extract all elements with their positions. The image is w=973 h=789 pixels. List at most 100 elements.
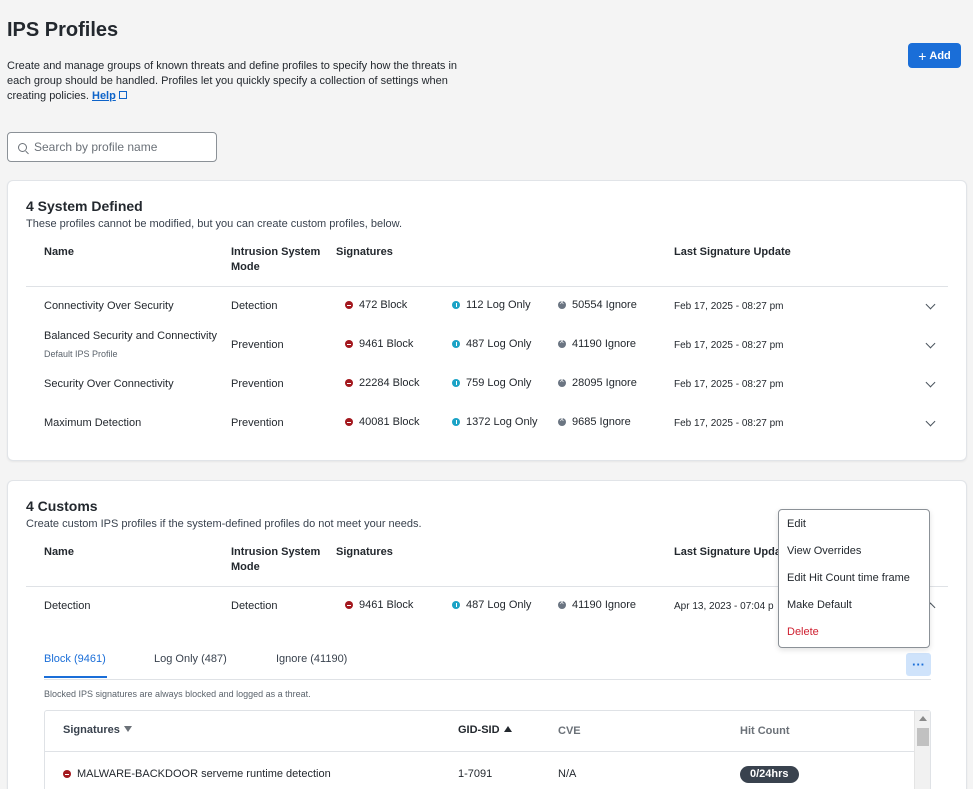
tab-block[interactable]: Block (9461) [44, 653, 106, 665]
tab-log-only[interactable]: Log Only (487) [154, 653, 227, 665]
column-mode: Intrusion System Mode [231, 545, 320, 575]
menu-item-edit-hit-count[interactable]: Edit Hit Count time frame [787, 572, 910, 584]
column-signatures: Signatures [336, 546, 393, 558]
add-button[interactable]: + Add [908, 43, 961, 68]
profile-name: Security Over Connectivity [44, 378, 174, 390]
block-icon [345, 601, 353, 609]
menu-item-view-overrides[interactable]: View Overrides [787, 545, 861, 557]
profile-mode: Prevention [231, 378, 284, 390]
block-count: 9461 Block [345, 338, 413, 350]
signatures-table: Signatures GID-SID CVE Hit Count MALWARE… [44, 710, 931, 789]
header-divider [26, 286, 948, 287]
tabs-divider [44, 679, 931, 680]
last-update: Feb 17, 2025 - 08:27 pm [674, 340, 784, 351]
column-name: Name [44, 246, 74, 258]
menu-item-delete[interactable]: Delete [787, 626, 819, 638]
system-defined-subtitle: These profiles cannot be modified, but y… [26, 218, 403, 230]
profile-mode: Prevention [231, 417, 284, 429]
last-update: Feb 17, 2025 - 08:27 pm [674, 418, 784, 429]
chevron-down-icon[interactable] [925, 338, 936, 349]
block-icon [345, 418, 353, 426]
column-mode: Intrusion System Mode [231, 245, 320, 275]
ignore-count: 41190 Ignore [558, 337, 636, 350]
system-defined-title: 4 System Defined [26, 198, 143, 214]
column-name: Name [44, 546, 74, 558]
ignore-count: 28095 Ignore [558, 376, 637, 389]
ignore-icon [558, 298, 566, 309]
block-icon [345, 340, 353, 348]
scroll-thumb[interactable] [917, 728, 929, 746]
ignore-count: 41190 Ignore [558, 598, 636, 611]
hit-count-badge: 0/24hrs [740, 766, 799, 783]
column-mode-line1: Intrusion System [231, 546, 321, 558]
customs-subtitle: Create custom IPS profiles if the system… [26, 518, 422, 530]
menu-item-edit[interactable]: Edit [787, 518, 806, 530]
scrollbar[interactable] [914, 711, 930, 789]
column-signatures: Signatures [336, 246, 393, 258]
search-icon [18, 142, 27, 152]
search-box[interactable] [7, 132, 217, 162]
last-update: Feb 17, 2025 - 08:27 pm [674, 379, 784, 390]
system-defined-card: 4 System Defined These profiles cannot b… [7, 180, 967, 461]
block-icon [345, 379, 353, 387]
active-tab-indicator [44, 676, 107, 678]
signature-name: MALWARE-BACKDOOR serveme runtime detecti… [63, 768, 331, 780]
chevron-down-icon[interactable] [925, 416, 936, 427]
sig-column-cve[interactable]: CVE [558, 725, 581, 737]
ignore-icon [558, 598, 566, 609]
description-text: Create and manage groups of known threat… [7, 60, 458, 102]
sig-header-divider [45, 751, 914, 752]
page-description: Create and manage groups of known threat… [7, 59, 467, 104]
info-icon [452, 379, 460, 387]
menu-item-make-default[interactable]: Make Default [787, 599, 852, 611]
log-count: 1372 Log Only [452, 416, 538, 428]
info-icon [452, 301, 460, 309]
sig-column-gid-sid[interactable]: GID-SID [458, 724, 512, 736]
sig-column-hit-count[interactable]: Hit Count [740, 725, 789, 737]
sig-column-signatures[interactable]: Signatures [63, 724, 132, 736]
scroll-up-icon[interactable] [919, 716, 927, 721]
profile-name: Connectivity Over Security [44, 300, 174, 312]
more-options-button[interactable]: ··· [906, 653, 931, 676]
profile-name: Maximum Detection [44, 417, 142, 429]
ignore-icon [558, 337, 566, 348]
chevron-down-icon[interactable] [925, 377, 936, 388]
ignore-count: 9685 Ignore [558, 415, 631, 428]
column-last-update: Last Signature Upda [674, 546, 781, 558]
ignore-icon [558, 376, 566, 387]
info-icon [452, 601, 460, 609]
sort-asc-icon [503, 726, 512, 732]
column-last-update: Last Signature Update [674, 246, 791, 258]
external-link-icon [118, 91, 127, 99]
profile-mode: Detection [231, 600, 278, 612]
last-update: Apr 13, 2023 - 07:04 p [674, 601, 774, 612]
log-count: 759 Log Only [452, 377, 531, 389]
log-count: 487 Log Only [452, 599, 531, 611]
default-profile-label: Default IPS Profile [44, 349, 118, 359]
last-update: Feb 17, 2025 - 08:27 pm [674, 301, 784, 312]
block-note: Blocked IPS signatures are always blocke… [44, 689, 311, 699]
profile-actions-menu: Edit View Overrides Edit Hit Count time … [778, 509, 930, 648]
cve: N/A [558, 768, 577, 780]
search-input[interactable] [34, 140, 194, 154]
block-count: 22284 Block [345, 377, 420, 389]
column-mode-line2: Mode [231, 261, 260, 273]
tab-ignore[interactable]: Ignore (41190) [276, 653, 347, 665]
ignore-count: 50554 Ignore [558, 298, 637, 311]
block-count: 472 Block [345, 299, 407, 311]
ignore-icon [558, 415, 566, 426]
profile-mode: Prevention [231, 339, 284, 351]
profile-name: Detection [44, 600, 91, 612]
help-link[interactable]: Help [92, 90, 116, 102]
block-icon [345, 301, 353, 309]
info-icon [452, 418, 460, 426]
chevron-down-icon[interactable] [925, 299, 936, 310]
block-icon [63, 770, 71, 778]
info-icon [452, 340, 460, 348]
sort-desc-icon [123, 726, 132, 732]
log-count: 112 Log Only [452, 299, 531, 311]
page-title: IPS Profiles [7, 19, 119, 41]
add-button-label: Add [929, 49, 951, 62]
log-count: 487 Log Only [452, 338, 531, 350]
profile-name: Balanced Security and Connectivity [44, 330, 218, 342]
